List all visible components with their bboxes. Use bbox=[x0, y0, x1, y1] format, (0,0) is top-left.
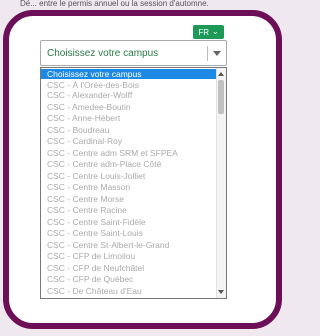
campus-option[interactable]: CSC - Centre Morse bbox=[41, 194, 218, 204]
campus-option[interactable]: CSC - CFP de Neufchâtel bbox=[41, 263, 218, 273]
campus-select-value: Choisissez votre campus bbox=[47, 48, 159, 59]
campus-option[interactable]: CSC - Centre Louis-Jolliet bbox=[41, 171, 218, 181]
campus-option[interactable]: CSC - CFP de Limoilou bbox=[41, 251, 218, 261]
campus-option[interactable]: Choisissez votre campus bbox=[41, 69, 218, 79]
campus-option[interactable]: CSC - CFP de Québec bbox=[41, 274, 218, 284]
caret-down-icon bbox=[213, 51, 221, 56]
chevron-down-icon: ⌄ bbox=[211, 27, 219, 36]
campus-option[interactable]: CSC - Centre Saint-Louis bbox=[41, 228, 218, 238]
campus-select[interactable]: Choisissez votre campus bbox=[40, 40, 227, 66]
language-label: FR bbox=[198, 27, 209, 37]
campus-option[interactable]: CSC - Anne-Hébert bbox=[41, 113, 218, 123]
scroll-down-icon[interactable] bbox=[218, 290, 224, 294]
campus-option[interactable]: CSC - Alexander-Wolff bbox=[41, 90, 218, 100]
campus-option[interactable]: CSC - Centre Racine bbox=[41, 205, 218, 215]
campus-option[interactable]: CSC - Centre Masson bbox=[41, 182, 218, 192]
campus-option[interactable]: CSC - Centre adm SRM et SFPEA bbox=[41, 148, 218, 158]
list-scrollbar[interactable] bbox=[216, 68, 226, 298]
campus-option[interactable]: CSC - Boudreau bbox=[41, 125, 218, 135]
campus-option[interactable]: CSC - Centre adm-Place Côté bbox=[41, 159, 218, 169]
select-divider bbox=[207, 46, 208, 61]
scrollbar-thumb[interactable] bbox=[218, 80, 224, 114]
campus-option[interactable]: CSC - Amedee-Boutin bbox=[41, 102, 218, 112]
campus-options-list[interactable]: Choisissez votre campus CSC - À l'Orée-d… bbox=[40, 67, 227, 299]
language-switcher[interactable]: FR ⌄ bbox=[193, 25, 224, 39]
campus-option[interactable]: CSC - Cardinal-Roy bbox=[41, 136, 218, 146]
campus-option[interactable]: CSC - À l'Orée-des-Bois bbox=[41, 80, 218, 90]
campus-option[interactable]: CSC - Centre St-Albert-le-Grand bbox=[41, 240, 218, 250]
campus-option[interactable]: CSC - De Château d'Eau bbox=[41, 286, 218, 296]
campus-option[interactable]: CSC - Centre Saint-Fidèle bbox=[41, 217, 218, 227]
scroll-up-icon[interactable] bbox=[218, 72, 224, 76]
